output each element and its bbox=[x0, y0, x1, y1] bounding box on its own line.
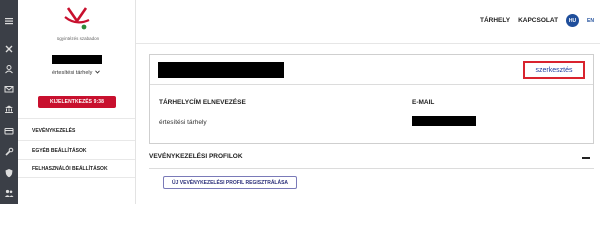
sidebar-divider bbox=[18, 177, 135, 178]
nav-contact-link[interactable]: KAPCSOLAT bbox=[518, 17, 558, 24]
logo-text: ügyintézés szabadon bbox=[56, 36, 100, 41]
sidebar-item-receipt-management[interactable]: VEVÉNYKEZELÉS bbox=[32, 128, 75, 134]
tools-icon[interactable] bbox=[4, 44, 14, 54]
language-en-button[interactable]: EN bbox=[587, 18, 594, 24]
storage-name-value: értesítési tárhely bbox=[159, 119, 207, 126]
redacted-storage-name bbox=[158, 62, 284, 78]
section-divider bbox=[149, 168, 594, 169]
menu-icon[interactable] bbox=[4, 16, 14, 26]
storage-selector-label: értesítési tárhely bbox=[52, 70, 93, 76]
logout-button[interactable]: KIJELENTKEZÉS 9:38 bbox=[38, 96, 116, 108]
chevron-down-icon bbox=[95, 70, 101, 76]
sidebar-divider bbox=[18, 118, 135, 119]
card-icon[interactable] bbox=[4, 126, 14, 136]
bank-icon[interactable] bbox=[4, 104, 14, 114]
collapse-icon[interactable] bbox=[582, 157, 590, 159]
shield-icon[interactable] bbox=[4, 168, 14, 178]
redacted-email-value bbox=[412, 116, 476, 126]
storage-card: szerkesztés TÁRHELYCÍM ELNEVEZÉSE E-MAIL… bbox=[149, 54, 594, 144]
sidebar-divider bbox=[18, 159, 135, 160]
header-divider bbox=[136, 43, 600, 44]
edit-link[interactable]: szerkesztés bbox=[523, 61, 585, 79]
mail-icon[interactable] bbox=[4, 84, 14, 94]
nav-storage-link[interactable]: TÁRHELY bbox=[480, 17, 510, 24]
email-header: E-MAIL bbox=[412, 99, 435, 106]
sidebar-item-user-settings[interactable]: FELHASZNÁLÓI BEÁLLÍTÁSOK bbox=[32, 166, 108, 172]
sidebar-divider bbox=[18, 140, 135, 141]
top-navigation: TÁRHELY KAPCSOLAT HU EN bbox=[480, 14, 594, 27]
storage-name-header: TÁRHELYCÍM ELNEVEZÉSE bbox=[159, 99, 246, 106]
card-header: szerkesztés bbox=[150, 55, 593, 85]
sidebar: ügyintézés szabadon értesítési tárhely K… bbox=[18, 0, 136, 204]
storage-selector[interactable]: értesítési tárhely bbox=[52, 70, 101, 76]
icon-rail bbox=[0, 0, 18, 204]
brand-logo bbox=[62, 4, 92, 34]
language-hu-button[interactable]: HU bbox=[566, 14, 580, 27]
people-icon[interactable] bbox=[4, 188, 14, 198]
register-profile-button[interactable]: ÚJ VEVÉNYKEZELÉSI PROFIL REGISZTRÁLÁSA bbox=[163, 176, 298, 189]
redacted-user-name bbox=[52, 55, 102, 64]
wrench-icon[interactable] bbox=[4, 147, 14, 157]
sidebar-item-other-settings[interactable]: EGYÉB BEÁLLÍTÁSOK bbox=[32, 148, 86, 154]
section-title: VEVÉNYKEZELÉSI PROFILOK bbox=[149, 153, 243, 160]
user-icon[interactable] bbox=[4, 64, 14, 74]
